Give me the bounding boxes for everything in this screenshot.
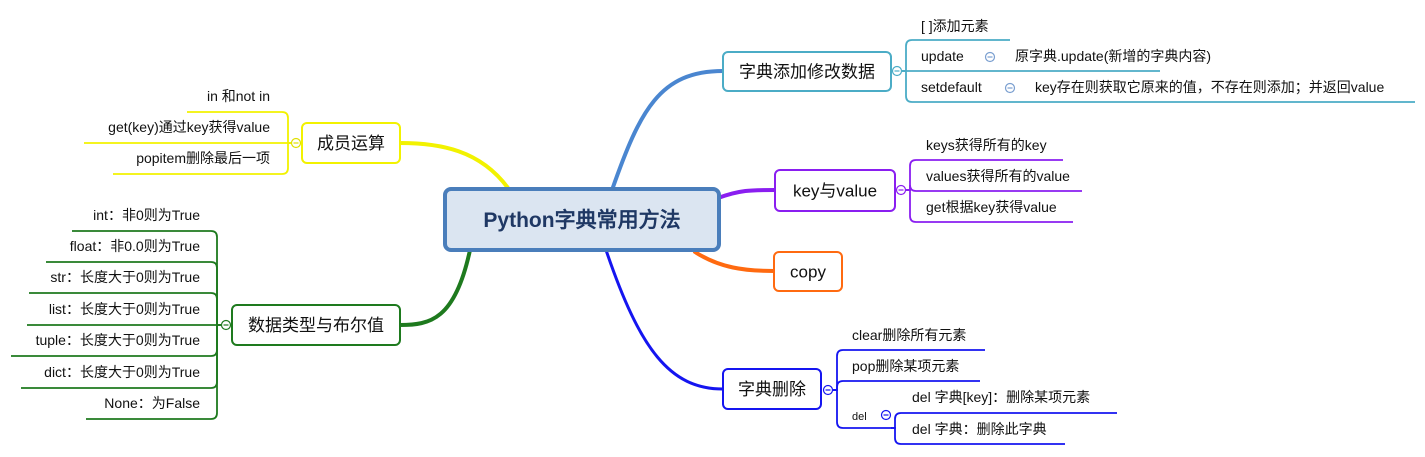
branch-key-value-label: key与value [793, 182, 877, 201]
child-item[interactable]: get根据key获得value [926, 199, 1057, 215]
connector-line [693, 250, 776, 273]
child-item[interactable]: in 和not in [207, 88, 270, 104]
circle-minus-icon[interactable] [891, 65, 903, 77]
mind-map: Python字典常用方法 字典添加修改数据 [ ]添加元素 update setdefa… [11, 18, 1415, 445]
branch-key-value[interactable]: key与value [774, 169, 896, 212]
child-item[interactable]: del 字典[key]：删除某项元素 [912, 389, 1090, 405]
child-item[interactable]: values获得所有的value [926, 168, 1070, 184]
child-item[interactable]: None：为False [104, 395, 200, 411]
branch-membership[interactable]: 成员运算 [301, 122, 401, 164]
child-item[interactable]: clear删除所有元素 [852, 327, 966, 343]
circle-minus-icon[interactable] [290, 137, 302, 149]
child-item[interactable]: update [921, 48, 964, 64]
circle-minus-icon[interactable] [895, 184, 907, 196]
child-item[interactable]: keys获得所有的key [926, 137, 1047, 153]
connector-line [716, 188, 777, 200]
circle-minus-icon[interactable] [880, 409, 892, 421]
branch-delete[interactable]: 字典删除 [722, 368, 822, 410]
child-detail[interactable]: key存在则获取它原来的值，不存在则添加；并返回value [1035, 79, 1384, 96]
child-item[interactable]: int：非0则为True [93, 207, 200, 223]
child-item[interactable]: del 字典：删除此字典 [912, 421, 1047, 437]
child-underline [906, 184, 1082, 192]
child-item-del[interactable]: del [852, 411, 867, 423]
connector-line [398, 141, 510, 190]
branch-bool-types[interactable]: 数据类型与布尔值 [231, 304, 401, 346]
child-item[interactable]: setdefault [921, 79, 982, 95]
child-item[interactable]: [ ]添加元素 [921, 18, 989, 34]
branch-add-modify-label: 字典添加修改数据 [739, 63, 875, 82]
child-item[interactable]: list：长度大于0则为True [49, 301, 200, 317]
connector-line [610, 69, 725, 192]
child-item[interactable]: pop删除某项元素 [852, 358, 959, 374]
connector-line [398, 248, 472, 327]
circle-minus-icon[interactable] [822, 384, 834, 396]
branch-delete-label: 字典删除 [738, 380, 806, 399]
child-item[interactable]: popitem删除最后一项 [136, 150, 270, 166]
circle-minus-icon[interactable] [220, 319, 232, 331]
child-item[interactable]: str：长度大于0则为True [50, 269, 200, 285]
branch-copy-label: copy [790, 263, 826, 282]
branch-bool-types-label: 数据类型与布尔值 [248, 316, 384, 335]
central-topic-label: Python字典常用方法 [483, 208, 680, 232]
branch-copy[interactable]: copy [773, 251, 843, 292]
child-item[interactable]: get(key)通过key获得value [108, 119, 270, 135]
child-item[interactable]: float：非0.0则为True [70, 238, 200, 254]
branch-add-modify[interactable]: 字典添加修改数据 [722, 51, 892, 92]
child-item[interactable]: dict：长度大于0则为True [44, 364, 200, 380]
central-topic[interactable]: Python字典常用方法 [443, 187, 721, 252]
circle-minus-icon[interactable] [1004, 82, 1016, 94]
circle-minus-icon[interactable] [984, 51, 996, 63]
connector-line [604, 248, 725, 391]
branch-membership-label: 成员运算 [317, 134, 385, 153]
child-detail[interactable]: 原字典.update(新增的字典内容) [1015, 48, 1211, 64]
child-item[interactable]: tuple：长度大于0则为True [36, 332, 201, 348]
